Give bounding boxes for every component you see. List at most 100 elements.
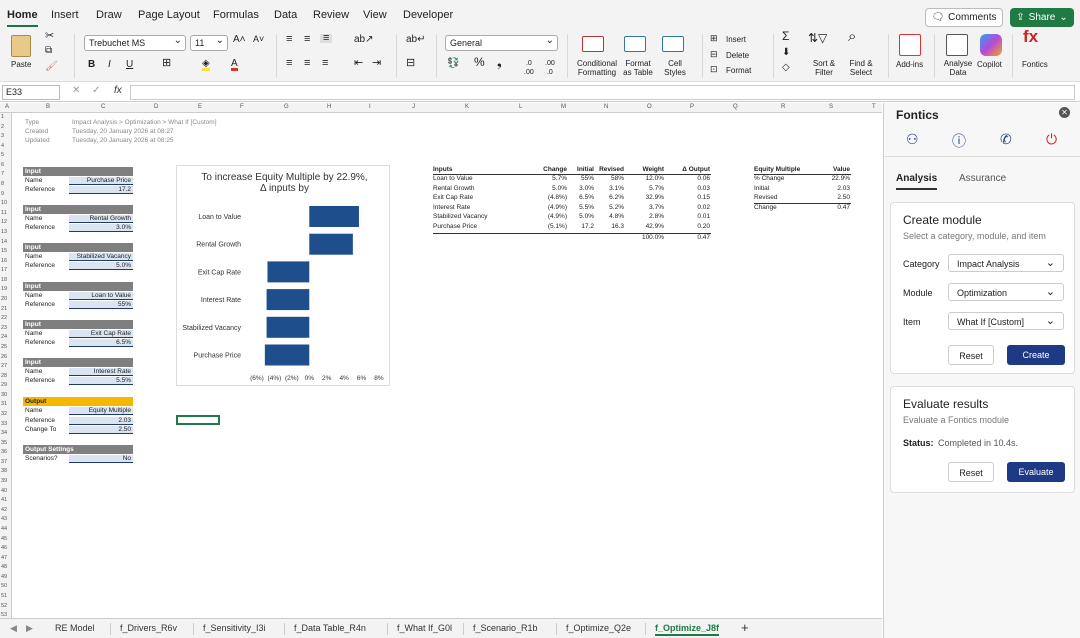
align-right-icon[interactable]: ≡ (322, 58, 328, 69)
table-cell[interactable]: Initial (754, 185, 769, 192)
row-header[interactable]: 15 (1, 248, 7, 254)
row-header[interactable]: 2 (1, 124, 4, 130)
add-ins-button[interactable]: Add-ins (896, 60, 923, 69)
input-name-value[interactable]: Purchase Price (69, 177, 133, 185)
borders-icon[interactable]: ⊞ (162, 58, 171, 69)
fontics-button[interactable]: Fontics (1022, 60, 1048, 69)
row-header[interactable]: 9 (1, 191, 4, 197)
table-cell[interactable]: 55% (567, 175, 594, 182)
phone-icon[interactable]: ✆ (1000, 131, 1012, 148)
sort-filter-icon[interactable]: ⇅▽ (808, 32, 827, 44)
row-header[interactable]: 22 (1, 315, 7, 321)
column-header[interactable]: N (604, 104, 608, 110)
item-select[interactable]: What If [Custom] (948, 312, 1064, 330)
table-cell[interactable]: 5.7% (624, 185, 664, 192)
table-header-cell[interactable]: Initial (567, 166, 594, 173)
cancel-icon[interactable]: ✕ (72, 85, 80, 96)
table-cell[interactable]: Exit Cap Rate (433, 194, 473, 201)
column-header[interactable]: P (690, 104, 694, 110)
tab-draw[interactable]: Draw (96, 9, 122, 21)
row-header[interactable]: 31 (1, 401, 7, 407)
row-header[interactable]: 51 (1, 593, 7, 599)
align-left-icon[interactable]: ≡ (286, 58, 292, 69)
table-cell[interactable]: 5.5% (567, 204, 594, 211)
row-header[interactable]: 5 (1, 152, 4, 158)
row-header[interactable]: 4 (1, 143, 4, 149)
row-header[interactable]: 28 (1, 373, 7, 379)
row-header[interactable]: 52 (1, 603, 7, 609)
table-header-cell[interactable]: Change (537, 166, 567, 173)
output-name-value[interactable]: Equity Multiple (69, 407, 133, 415)
tab-review[interactable]: Review (313, 9, 349, 21)
column-header[interactable]: E (198, 104, 202, 110)
cell-styles-icon[interactable] (662, 36, 684, 52)
input-reference-value[interactable]: 5.0% (69, 262, 133, 270)
increase-decimal-icon[interactable]: .0.00 (524, 59, 534, 77)
column-header[interactable]: M (561, 104, 566, 110)
table-cell[interactable]: 5.0% (567, 213, 594, 220)
table-cell[interactable]: Change (754, 204, 777, 211)
row-header[interactable]: 3 (1, 133, 4, 139)
format-button[interactable]: Format (726, 66, 751, 75)
chart-bar[interactable] (267, 261, 310, 283)
column-header[interactable]: C (101, 104, 105, 110)
row-header[interactable]: 23 (1, 325, 7, 331)
row-header[interactable]: 6 (1, 162, 4, 168)
clear-icon[interactable]: ◇ (782, 63, 790, 73)
row-header[interactable]: 1 (1, 114, 4, 120)
table-cell[interactable]: Loan to Value (433, 175, 473, 182)
column-header[interactable]: O (647, 104, 652, 110)
comments-button[interactable]: 🗨 Comments (925, 8, 1003, 27)
evaluate-button[interactable]: Evaluate (1007, 462, 1065, 482)
format-cells-icon[interactable]: ⊡ (710, 65, 718, 74)
column-header[interactable]: J (412, 104, 415, 110)
table-header-cell[interactable]: Value (814, 166, 850, 173)
row-header[interactable]: 30 (1, 392, 7, 398)
row-header[interactable]: 25 (1, 344, 7, 350)
cell-styles-button[interactable]: Cell Styles (660, 59, 690, 77)
input-reference-value[interactable]: 17.2 (69, 186, 133, 194)
close-icon[interactable]: ✕ (1059, 107, 1070, 118)
table-cell[interactable]: 3.1% (594, 185, 624, 192)
font-size-select[interactable]: 11 (190, 35, 228, 51)
decrease-font-icon[interactable]: A˅ (253, 35, 264, 44)
conditional-formatting-button[interactable]: Conditional Formatting (575, 59, 619, 77)
table-cell[interactable]: 0.20 (665, 223, 710, 230)
autosum-icon[interactable]: Σ (782, 30, 789, 42)
table-cell[interactable]: 5.0% (537, 185, 567, 192)
table-cell[interactable]: 22.9% (814, 175, 850, 182)
row-header[interactable]: 40 (1, 488, 7, 494)
table-cell[interactable]: 6.5% (567, 194, 594, 201)
table-cell[interactable]: 3.7% (624, 204, 664, 211)
input-name-value[interactable]: Stabilized Vacancy (69, 253, 133, 261)
tab-data[interactable]: Data (274, 9, 297, 21)
table-header-cell[interactable]: Revised (594, 166, 624, 173)
sheet-tab[interactable]: f_Optimize_J8f (655, 623, 720, 636)
prev-sheet-icon[interactable]: ◀ (10, 623, 17, 634)
analyse-data-icon[interactable] (946, 34, 968, 56)
row-header[interactable]: 42 (1, 507, 7, 513)
sheet-tab[interactable]: f_Drivers_R6v (120, 623, 177, 633)
selected-cell[interactable] (176, 415, 220, 425)
copilot-icon[interactable] (980, 34, 1002, 56)
evaluate-reset-button[interactable]: Reset (948, 462, 994, 482)
align-bottom-icon[interactable]: ≡ (320, 33, 333, 44)
row-header[interactable]: 13 (1, 229, 7, 235)
input-reference-value[interactable]: 55% (69, 301, 133, 309)
tab-home[interactable]: Home (7, 9, 38, 27)
row-header[interactable]: 41 (1, 497, 7, 503)
table-cell[interactable]: 0.02 (665, 204, 710, 211)
table-total-cell[interactable]: 100.0% (624, 234, 664, 241)
sort-filter-button[interactable]: Sort & Filter (806, 59, 842, 77)
row-header[interactable]: 19 (1, 286, 7, 292)
align-center-icon[interactable]: ≡ (304, 58, 310, 69)
table-cell[interactable]: 0.03 (665, 185, 710, 192)
table-cell[interactable]: Purchase Price (433, 223, 477, 230)
row-header[interactable]: 45 (1, 536, 7, 542)
chart[interactable]: To increase Equity Multiple by 22.9%, Δ … (176, 165, 390, 386)
table-header-cell[interactable]: Weight (624, 166, 664, 173)
column-header[interactable]: A (5, 104, 9, 110)
row-header[interactable]: 17 (1, 267, 7, 273)
insert-cells-icon[interactable]: ⊞ (710, 34, 718, 43)
row-header[interactable]: 29 (1, 382, 7, 388)
